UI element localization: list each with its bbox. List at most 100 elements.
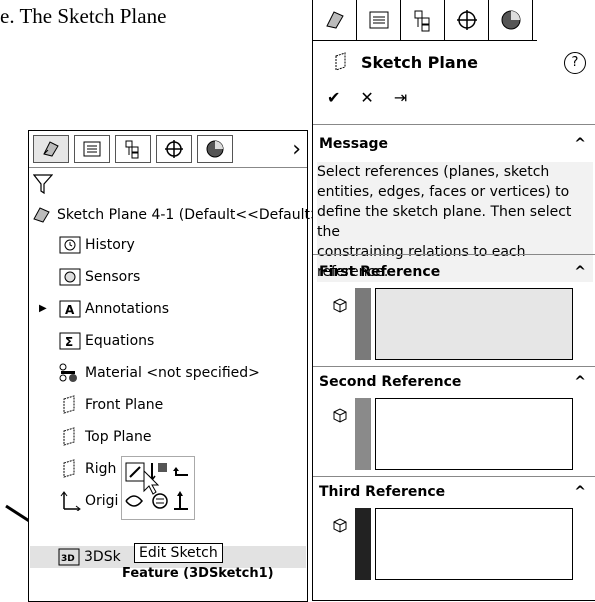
edit-sketch-icon[interactable] (125, 462, 145, 482)
property-manager-title: Sketch Plane (331, 52, 478, 72)
rollback-icon[interactable] (148, 463, 167, 482)
feature-manager-tab[interactable] (33, 135, 69, 163)
collapse-icon[interactable]: ^ (574, 484, 586, 500)
filter-icon[interactable] (33, 173, 53, 195)
equations-icon: Σ (59, 331, 81, 351)
property-manager-tabs (313, 0, 537, 41)
origin-icon (59, 491, 81, 511)
action-buttons: ✔ ✕ ⇥ (327, 88, 407, 107)
tree-item-history[interactable]: History (59, 231, 135, 259)
tree-item-label: Sensors (85, 269, 141, 285)
sketch-plane-icon (335, 52, 346, 71)
tree-item-label: Origi (85, 493, 119, 509)
third-reference-section-header[interactable]: Third Reference ^ (313, 478, 595, 506)
dimxpert-tab[interactable] (156, 135, 192, 163)
tree-item-label: Righ (85, 461, 117, 477)
dimxpert-tab[interactable] (445, 0, 489, 40)
tree-item-origin[interactable]: Origi (59, 487, 118, 515)
display-manager-icon (501, 10, 520, 30)
feature-manager-panel: › Sketch Plane 4-1 (Default<<Default> Hi… (28, 130, 322, 602)
collapse-icon[interactable]: ^ (574, 374, 586, 390)
page-title: Sketch Plane (361, 52, 478, 72)
configuration-manager-icon (125, 140, 139, 159)
reference-selection-icon (333, 518, 347, 533)
part-icon (31, 205, 53, 225)
display-manager-tab[interactable] (489, 0, 533, 40)
divider (313, 254, 595, 255)
history-icon (59, 235, 81, 255)
first-reference-section-header[interactable]: First Reference ^ (313, 258, 595, 286)
tree-item-label: Annotations (85, 301, 170, 317)
third-reference-selection-box[interactable] (375, 508, 573, 580)
configuration-manager-tab[interactable] (115, 135, 151, 163)
pushpin-button[interactable]: ⇥ (394, 88, 407, 107)
sensors-icon (59, 267, 81, 287)
ok-button[interactable]: ✔ (327, 88, 340, 107)
tooltip-feature-name: Feature (3DSketch1) (122, 566, 274, 581)
collapse-icon[interactable]: ^ (574, 264, 586, 280)
property-manager-icon (83, 141, 101, 157)
svg-text:A: A (65, 303, 75, 317)
section-title: Message (319, 136, 389, 152)
third-reference-color-bar (355, 508, 371, 580)
display-manager-icon (206, 140, 224, 158)
divider (313, 124, 595, 125)
tree-item-material[interactable]: Material <not specified> (59, 359, 260, 387)
reference-selection-icon (333, 408, 347, 423)
property-manager-icon (369, 11, 388, 29)
expand-annotations-icon[interactable]: ▶ (39, 303, 47, 314)
tree-item-front-plane[interactable]: Front Plane (59, 391, 163, 419)
feature-manager-tab[interactable] (313, 0, 357, 40)
tree-root-label: Sketch Plane 4-1 (Default<<Default> (57, 207, 322, 223)
display-manager-tab[interactable] (197, 135, 233, 163)
first-reference-selection-box[interactable] (375, 288, 573, 360)
second-reference-section-header[interactable]: Second Reference ^ (313, 368, 595, 396)
help-icon[interactable]: ? (564, 52, 586, 74)
reference-selection-icon (333, 298, 347, 313)
tree-item-label: History (85, 237, 135, 253)
tree-item-right-plane[interactable]: Righ (59, 455, 116, 483)
property-manager-tab[interactable] (357, 0, 401, 40)
plane-icon (59, 427, 81, 447)
tooltip-edit-sketch: Edit Sketch (134, 543, 223, 563)
document-text: e. The Sketch Plane (0, 4, 167, 28)
second-reference-selection-box[interactable] (375, 398, 573, 470)
configuration-manager-tab[interactable] (401, 0, 445, 40)
tree-item-3dsketch[interactable]: 3D 3DSk (58, 543, 121, 571)
context-toolbar (121, 456, 195, 520)
feature-manager-tabs: › (29, 131, 307, 168)
second-reference-color-bar (355, 398, 371, 470)
material-icon (59, 363, 81, 383)
tree-item-top-plane[interactable]: Top Plane (59, 423, 151, 451)
section-title: First Reference (319, 264, 441, 280)
tree-item-label: Material <not specified> (85, 365, 260, 381)
svg-text:3D: 3D (61, 554, 75, 564)
divider (313, 476, 595, 477)
normal-to-icon[interactable] (174, 491, 188, 510)
tree-item-equations[interactable]: Σ Equations (59, 327, 154, 355)
hide-icon[interactable] (125, 495, 143, 507)
divider (313, 366, 595, 367)
feature-manager-icon (325, 11, 344, 29)
relations-icon[interactable] (152, 493, 168, 509)
configuration-manager-icon (414, 10, 429, 32)
feature-manager-icon (43, 141, 59, 157)
chevron-right-icon[interactable]: › (292, 137, 301, 162)
tree-item-label: Front Plane (85, 397, 164, 413)
tree-item-label: Equations (85, 333, 155, 349)
collapse-icon[interactable]: ^ (574, 136, 586, 152)
tree-item-annotations[interactable]: A Annotations (59, 295, 169, 323)
message-section-header[interactable]: Message ^ (313, 130, 595, 158)
svg-text:Σ: Σ (65, 335, 73, 349)
plane-icon (59, 459, 81, 479)
annotations-icon: A (59, 299, 81, 319)
property-manager-tab[interactable] (74, 135, 110, 163)
parent-child-icon[interactable] (173, 467, 188, 476)
tree-item-label: Top Plane (85, 429, 152, 445)
tree-item-label: 3DSk (84, 549, 121, 565)
tree-item-sensors[interactable]: Sensors (59, 263, 140, 291)
section-title: Second Reference (319, 374, 462, 390)
sketch3d-icon: 3D (58, 547, 80, 567)
tree-root[interactable]: Sketch Plane 4-1 (Default<<Default> (31, 201, 322, 229)
cancel-button[interactable]: ✕ (360, 88, 373, 107)
